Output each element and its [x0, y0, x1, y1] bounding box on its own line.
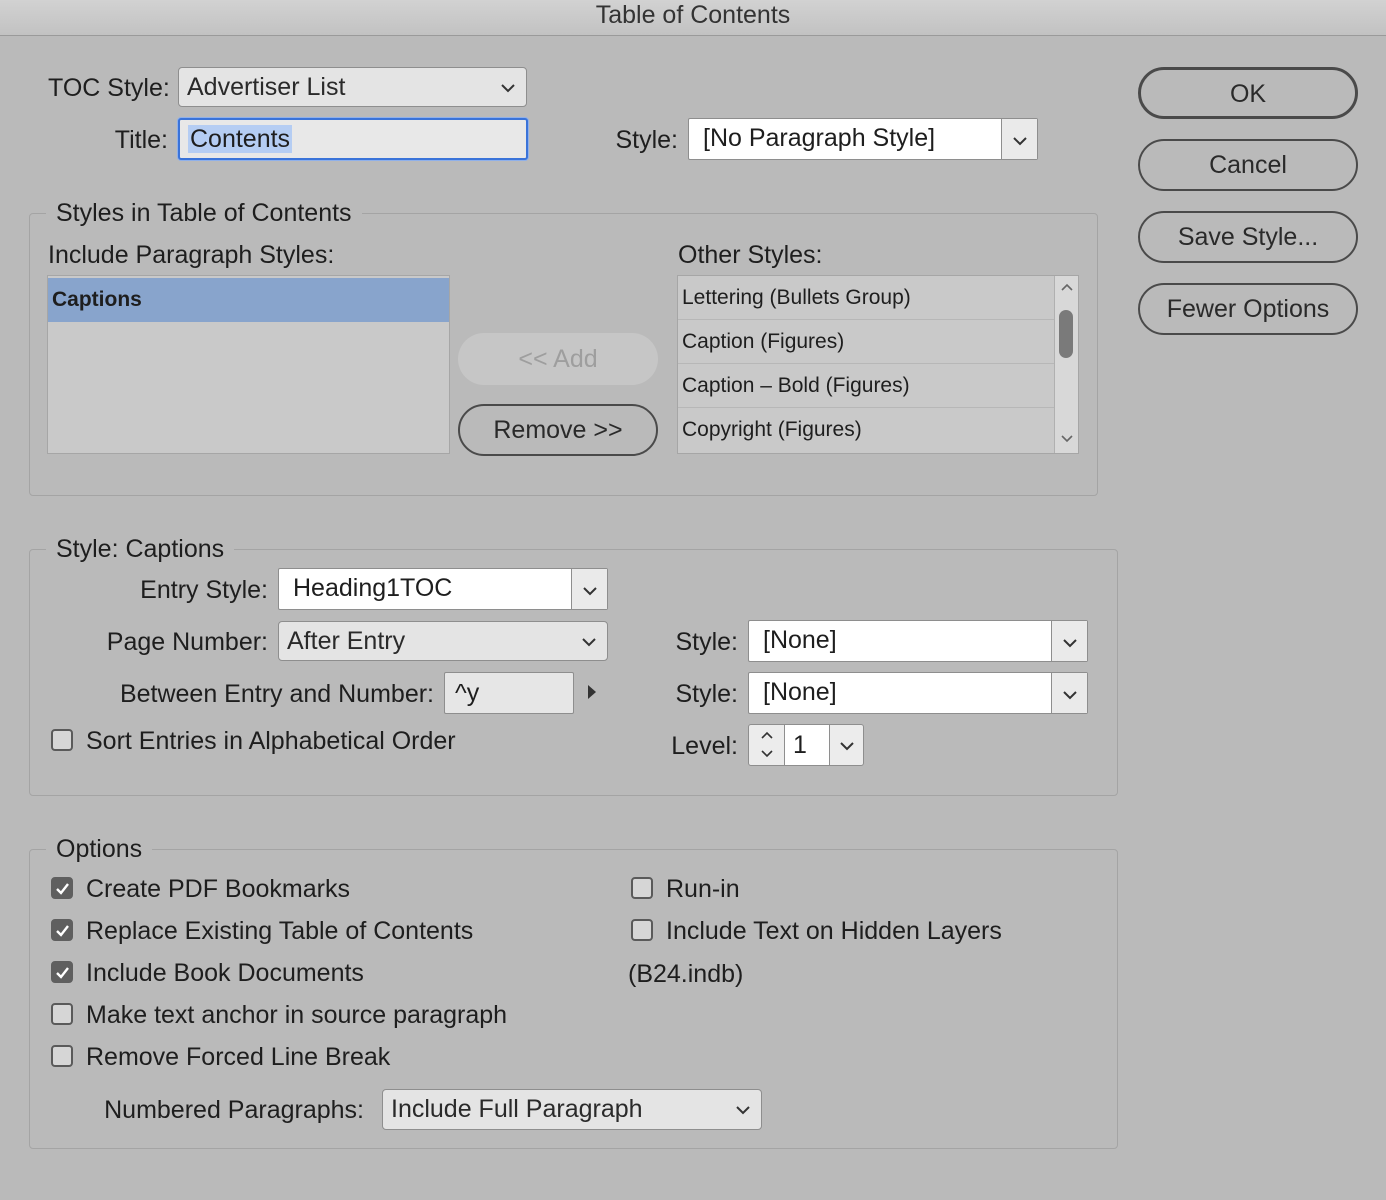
scroll-thumb[interactable] — [1059, 310, 1073, 358]
chevron-down-icon[interactable] — [1051, 621, 1087, 661]
remove-forced-line-break-label: Remove Forced Line Break — [86, 1043, 391, 1071]
replace-existing-toc-checkbox[interactable] — [51, 919, 73, 941]
entry-style-value: Heading1TOC — [293, 574, 453, 602]
list-item[interactable]: Copyright (Figures) — [678, 408, 1054, 452]
include-book-documents-label: Include Book Documents — [86, 959, 364, 987]
title-style-label: Style: — [615, 126, 678, 154]
list-item[interactable]: Caption – Bold (Figures) — [678, 364, 1054, 408]
page-style-value: [None] — [763, 626, 837, 654]
between-style-combo[interactable]: [None] — [748, 672, 1088, 714]
list-item[interactable]: Lettering (Bullets Group) — [678, 276, 1054, 320]
between-style-value: [None] — [763, 678, 837, 706]
include-hidden-layers-label: Include Text on Hidden Layers — [666, 917, 1002, 945]
sort-entries-label: Sort Entries in Alphabetical Order — [86, 727, 456, 755]
include-book-documents-checkbox[interactable] — [51, 961, 73, 983]
included-styles-list[interactable]: Captions — [47, 275, 450, 454]
book-file-name: (B24.indb) — [628, 960, 744, 988]
page-number-label: Page Number: — [106, 628, 268, 656]
chevron-down-icon — [735, 1090, 751, 1128]
toc-style-value: Advertiser List — [187, 73, 346, 101]
numbered-paragraphs-value: Include Full Paragraph — [391, 1095, 643, 1123]
chevron-down-icon[interactable] — [760, 749, 774, 759]
create-pdf-bookmarks-checkbox[interactable] — [51, 877, 73, 899]
between-style-label: Style: — [675, 680, 738, 708]
other-styles-label: Other Styles: — [678, 241, 823, 269]
toc-style-label: TOC Style: — [48, 74, 170, 102]
scrollbar[interactable] — [1054, 276, 1078, 453]
list-item[interactable]: Captions — [48, 278, 449, 322]
include-hidden-layers-checkbox[interactable] — [631, 919, 653, 941]
between-entry-label: Between Entry and Number: — [119, 680, 434, 708]
make-text-anchor-checkbox[interactable] — [51, 1003, 73, 1025]
chevron-down-icon[interactable] — [829, 725, 863, 765]
between-entry-field[interactable]: ^y — [444, 672, 574, 714]
level-value[interactable]: 1 — [785, 725, 829, 765]
checkmark-icon — [56, 925, 69, 937]
window-titlebar: Table of Contents — [0, 0, 1386, 36]
level-label: Level: — [671, 732, 738, 760]
title-field[interactable]: Contents — [178, 118, 528, 160]
stepper-arrows[interactable] — [749, 725, 785, 765]
run-in-checkbox[interactable] — [631, 877, 653, 899]
chevron-down-icon[interactable] — [1060, 434, 1074, 444]
level-stepper[interactable]: 1 — [748, 724, 864, 766]
styles-in-toc-legend: Styles in Table of Contents — [46, 198, 362, 228]
checkmark-icon — [56, 967, 69, 979]
list-item[interactable]: Caption (Figures) — [678, 320, 1054, 364]
remove-button[interactable]: Remove >> — [458, 404, 658, 456]
make-text-anchor-label: Make text anchor in source paragraph — [86, 1001, 508, 1029]
style-captions-legend: Style: Captions — [46, 534, 235, 564]
chevron-down-icon[interactable] — [571, 569, 607, 609]
between-entry-value: ^y — [455, 679, 480, 707]
page-number-dropdown[interactable]: After Entry — [278, 621, 608, 661]
page-number-value: After Entry — [287, 627, 406, 655]
chevron-up-icon[interactable] — [1060, 282, 1074, 292]
title-style-combo[interactable]: [No Paragraph Style] — [688, 118, 1038, 160]
title-style-value: [No Paragraph Style] — [703, 124, 936, 152]
save-style-button[interactable]: Save Style... — [1138, 211, 1358, 263]
chevron-up-icon[interactable] — [760, 730, 774, 740]
ok-button[interactable]: OK — [1138, 67, 1358, 119]
chevron-down-icon — [500, 68, 516, 106]
entry-style-combo[interactable]: Heading1TOC — [278, 568, 608, 610]
title-label: Title: — [114, 126, 168, 154]
other-styles-list[interactable]: Lettering (Bullets Group) Caption (Figur… — [677, 275, 1079, 454]
add-button[interactable]: << Add — [458, 333, 658, 385]
toc-style-dropdown[interactable]: Advertiser List — [178, 67, 527, 107]
chevron-down-icon[interactable] — [1001, 119, 1037, 159]
window-title: Table of Contents — [595, 1, 791, 29]
remove-forced-line-break-checkbox[interactable] — [51, 1045, 73, 1067]
run-in-label: Run-in — [666, 875, 740, 903]
checkmark-icon — [56, 883, 69, 895]
page-style-label: Style: — [675, 628, 738, 656]
cancel-button[interactable]: Cancel — [1138, 139, 1358, 191]
replace-existing-toc-label: Replace Existing Table of Contents — [86, 917, 474, 945]
page-style-combo[interactable]: [None] — [748, 620, 1088, 662]
fewer-options-button[interactable]: Fewer Options — [1138, 283, 1358, 335]
numbered-paragraphs-dropdown[interactable]: Include Full Paragraph — [382, 1089, 762, 1130]
create-pdf-bookmarks-label: Create PDF Bookmarks — [86, 875, 350, 903]
special-characters-arrow-icon[interactable] — [586, 684, 598, 700]
entry-style-label: Entry Style: — [140, 576, 268, 604]
chevron-down-icon — [581, 622, 597, 660]
chevron-down-icon[interactable] — [1051, 673, 1087, 713]
include-paragraph-styles-label: Include Paragraph Styles: — [48, 241, 335, 269]
sort-entries-checkbox[interactable] — [51, 729, 73, 751]
numbered-paragraphs-label: Numbered Paragraphs: — [104, 1096, 364, 1124]
options-legend: Options — [46, 834, 153, 864]
title-value: Contents — [188, 125, 293, 153]
